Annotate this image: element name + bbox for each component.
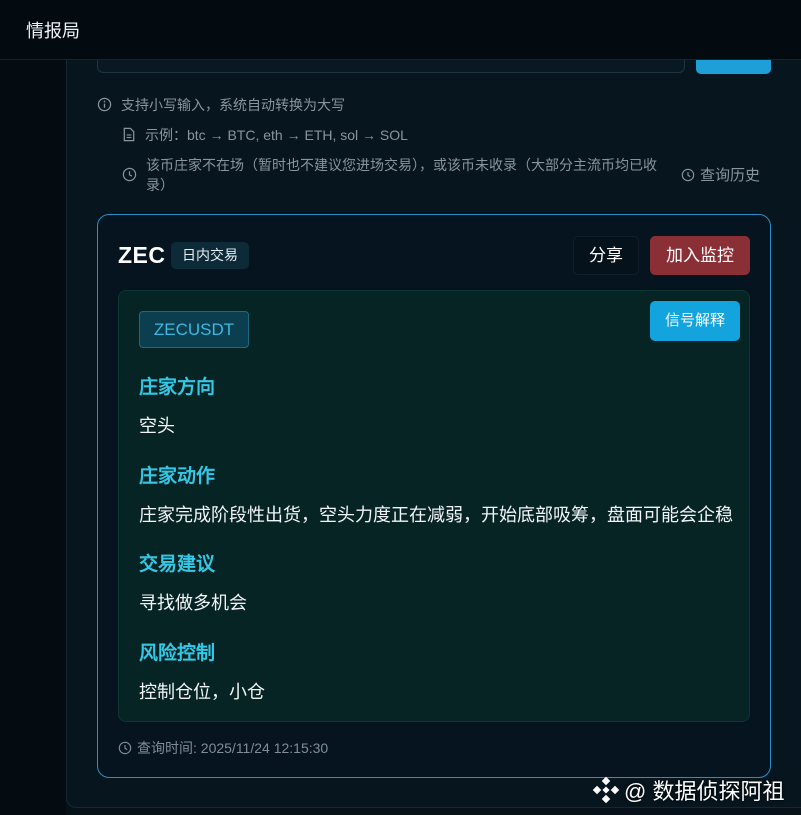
watermark: @ 数据侦探阿祖	[592, 774, 784, 806]
query-button[interactable]	[696, 60, 771, 74]
section-title-risk: 风险控制	[139, 643, 216, 664]
section-title-direction: 庄家方向	[139, 377, 216, 398]
top-bar: 情报局	[0, 0, 801, 60]
result-card: ZEC 日内交易 分享 加入监控 信号解释 ZECUSDT 庄家方向 空头 庄家…	[97, 214, 771, 778]
trading-pair-tag: ZECUSDT	[139, 311, 249, 348]
hint-status-text: 该币庄家不在场（暂时也不建议您进场交易），或该币未收录（大部分主流币均已收录）	[146, 157, 657, 193]
hint-uppercase-text: 支持小写输入，系统自动转换为大写	[121, 97, 345, 113]
query-time: 查询时间: 2025/11/24 12:15:30	[118, 738, 328, 758]
hint-example-text: 示例：btc → BTC, eth → ETH, sol → SOL	[145, 127, 408, 143]
section-title-suggestion: 交易建议	[139, 554, 216, 575]
section-body-action: 庄家完成阶段性出货，空头力度正在减弱，开始底部吸筹，盘面可能会企稳	[139, 505, 733, 525]
clock-icon	[681, 168, 695, 181]
hint-status: 该币庄家不在场（暂时也不建议您进场交易），或该币未收录（大部分主流币均已收录）	[122, 155, 672, 195]
query-history-label[interactable]: 查询历史	[700, 164, 760, 185]
share-button[interactable]: 分享	[573, 236, 639, 275]
hint-example: 示例：btc → BTC, eth → ETH, sol → SOL	[122, 125, 408, 145]
section-body-direction: 空头	[139, 416, 175, 436]
section-body-risk: 控制仓位，小仓	[139, 682, 265, 702]
clock-icon	[118, 741, 132, 755]
hint-uppercase: 支持小写输入，系统自动转换为大写	[97, 95, 345, 115]
clock-icon	[122, 167, 137, 182]
add-monitor-button[interactable]: 加入监控	[650, 236, 750, 275]
section-body-suggestion: 寻找做多机会	[139, 593, 247, 613]
diamond-logo-icon	[592, 776, 620, 804]
query-history-link[interactable]: 查询历史	[681, 164, 760, 185]
info-circle-icon	[97, 97, 112, 112]
query-time-text: 查询时间: 2025/11/24 12:15:30	[137, 740, 329, 756]
app-title: 情报局	[26, 20, 80, 41]
section-title-action: 庄家动作	[139, 466, 216, 487]
coin-symbol: ZEC	[118, 242, 166, 268]
signal-explain-button[interactable]: 信号解释	[650, 301, 740, 341]
signal-panel: 信号解释 ZECUSDT 庄家方向 空头 庄家动作 庄家完成阶段性出货，空头力度…	[118, 290, 750, 722]
left-sidebar	[0, 60, 66, 815]
symbol-input[interactable]	[97, 60, 685, 73]
watermark-text: @ 数据侦探阿祖	[624, 779, 785, 804]
document-icon	[123, 127, 135, 142]
trade-type-badge: 日内交易	[171, 242, 249, 269]
